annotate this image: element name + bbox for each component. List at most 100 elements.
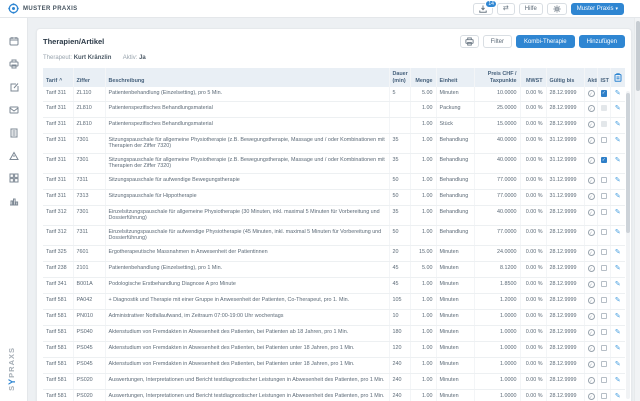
edit-row-button[interactable]: ✎ bbox=[615, 345, 621, 352]
edit-row-button[interactable]: ✎ bbox=[615, 281, 621, 288]
col-header-ziffer[interactable]: Ziffer bbox=[72, 68, 105, 87]
cell-mwst: 0.00 % bbox=[519, 309, 546, 326]
cell-preis: 8.1200 bbox=[473, 261, 520, 278]
filter-button[interactable]: Filter bbox=[482, 35, 512, 48]
cell-preis: 1.0000 bbox=[473, 357, 520, 374]
cell-einheit: Minuten bbox=[435, 309, 474, 326]
table-row[interactable]: Tarif 311 ZL810 Patientenspezifisches Beha… bbox=[43, 101, 625, 118]
ist-checkbox[interactable] bbox=[600, 344, 607, 351]
col-header-menge[interactable]: Menge bbox=[409, 68, 436, 87]
ist-checkbox[interactable] bbox=[600, 192, 607, 199]
col-header-ist[interactable]: IST bbox=[596, 68, 610, 87]
edit-row-button[interactable]: ✎ bbox=[615, 393, 621, 400]
sidebar-item-compose[interactable] bbox=[0, 78, 27, 96]
edit-row-button[interactable]: ✎ bbox=[615, 90, 621, 97]
col-header-mwst[interactable]: MWST bbox=[519, 68, 546, 87]
ist-checkbox[interactable] bbox=[600, 228, 607, 235]
ist-checkbox[interactable] bbox=[600, 104, 607, 111]
edit-row-button[interactable]: ✎ bbox=[615, 377, 621, 384]
cell-aktiv: ✓ bbox=[583, 173, 597, 190]
table-row[interactable]: Tarif 325 7601 Ergotherapeutische Massnahm… bbox=[43, 245, 625, 262]
edit-row-button[interactable]: ✎ bbox=[615, 105, 621, 112]
ist-checkbox[interactable] bbox=[600, 392, 607, 399]
edit-row-button[interactable]: ✎ bbox=[615, 177, 621, 184]
edit-row-button[interactable]: ✎ bbox=[615, 137, 621, 144]
ist-checkbox[interactable] bbox=[600, 264, 607, 271]
ist-checkbox[interactable]: ✓ bbox=[600, 90, 607, 97]
table-row[interactable]: Tarif 581 PS040 Aktenstudium von Fremdakte… bbox=[43, 325, 625, 342]
table-scrollbar[interactable] bbox=[626, 91, 630, 399]
sidebar-item-statistics[interactable] bbox=[0, 192, 27, 210]
sidebar-item-warnings[interactable] bbox=[0, 147, 27, 165]
edit-row-button[interactable]: ✎ bbox=[615, 313, 621, 320]
table-row[interactable]: Tarif 311 7301 Sitzungspauschale für allge… bbox=[43, 133, 625, 154]
sidebar-item-invoices[interactable] bbox=[0, 124, 27, 142]
aktiv-status-icon: ✓ bbox=[587, 280, 595, 288]
table-row[interactable]: Tarif 581 PS045 Aktenstudium von Fremdakte… bbox=[43, 357, 625, 374]
col-header-gültig-bis[interactable]: Gültig bis bbox=[545, 68, 584, 87]
download-button[interactable]: 14 bbox=[472, 0, 497, 15]
ist-checkbox[interactable] bbox=[600, 312, 607, 319]
edit-row-button[interactable]: ✎ bbox=[615, 121, 621, 128]
edit-row-button[interactable]: ✎ bbox=[615, 297, 621, 304]
settings-button[interactable] bbox=[546, 2, 567, 15]
edit-row-button[interactable]: ✎ bbox=[615, 209, 621, 216]
col-header-aktiv[interactable]: Aktiv bbox=[583, 68, 597, 87]
ist-checkbox[interactable] bbox=[600, 136, 607, 143]
edit-row-button[interactable]: ✎ bbox=[615, 229, 621, 236]
table-row[interactable]: Tarif 238 2101 Patientenbehandlung (Einzel… bbox=[43, 261, 625, 278]
sidebar-item-print[interactable] bbox=[0, 55, 27, 73]
table-row[interactable]: Tarif 341 B001A Podologische Erstbehandlun… bbox=[43, 277, 625, 294]
table-scrollbar-thumb[interactable] bbox=[626, 93, 630, 233]
edit-row-button[interactable]: ✎ bbox=[615, 193, 621, 200]
edit-row-button[interactable]: ✎ bbox=[615, 361, 621, 368]
ist-checkbox[interactable] bbox=[600, 176, 607, 183]
window-scrollbar-thumb[interactable] bbox=[636, 21, 640, 91]
transfer-button[interactable]: ⇄ bbox=[496, 2, 515, 15]
ist-checkbox[interactable] bbox=[600, 328, 607, 335]
ist-checkbox[interactable] bbox=[600, 360, 607, 367]
table-row[interactable]: Tarif 311 7313 Sitzungspauschale für Hippo… bbox=[43, 189, 625, 206]
table-row[interactable]: Tarif 581 PS020 Auswertungen, Interpretati… bbox=[43, 373, 625, 390]
table-row[interactable]: Tarif 312 7311 Einzelsitzungspauschale für… bbox=[43, 225, 625, 246]
sidebar-item-modules[interactable] bbox=[0, 169, 27, 187]
hinzufuegen-button[interactable]: Hinzufügen bbox=[578, 35, 625, 48]
ist-checkbox[interactable] bbox=[600, 208, 607, 215]
practice-menu-button[interactable]: Muster Praxis ▾ bbox=[570, 2, 624, 15]
kombi-therapie-button[interactable]: Kombi-Therapie bbox=[515, 35, 575, 48]
table-row[interactable]: Tarif 581 PA042 + Diagnostik und Therapie … bbox=[43, 293, 625, 310]
ist-checkbox[interactable] bbox=[600, 120, 607, 127]
col-header-beschreibung[interactable]: Beschreibung bbox=[104, 68, 389, 87]
table-row[interactable]: Tarif 311 7311 Sitzungspauschale für aufwe… bbox=[43, 173, 625, 190]
table-row[interactable]: Tarif 311 ZL810 Patientenspezifisches Beha… bbox=[43, 117, 625, 134]
ist-checkbox[interactable] bbox=[600, 248, 607, 255]
ist-checkbox[interactable] bbox=[600, 280, 607, 287]
card-header: Therapien/Artikel Filter Kombi-Therapie … bbox=[43, 35, 625, 48]
aktiv-status-icon: ✓ bbox=[587, 392, 595, 400]
table-row[interactable]: Tarif 311 7301 Sitzungspauschale für allge… bbox=[43, 153, 625, 174]
table-row[interactable]: Tarif 581 PS045 Aktenstudium von Fremdakte… bbox=[43, 341, 625, 358]
table-row[interactable]: Tarif 311 ZL110 Patientenbehandlung (Einze… bbox=[43, 87, 625, 102]
ist-checkbox[interactable]: ✓ bbox=[600, 156, 607, 163]
ist-checkbox[interactable] bbox=[600, 296, 607, 303]
print-list-button[interactable] bbox=[459, 35, 479, 48]
col-header-einheit[interactable]: Einheit bbox=[435, 68, 474, 87]
ist-checkbox[interactable] bbox=[600, 376, 607, 383]
edit-row-button[interactable]: ✎ bbox=[615, 265, 621, 272]
col-header-tarif[interactable]: Tarif ^ bbox=[43, 68, 73, 87]
edit-row-button[interactable]: ✎ bbox=[615, 329, 621, 336]
sidebar-item-mail[interactable] bbox=[0, 101, 27, 119]
table-row[interactable]: Tarif 581 PN010 Administrativer Notfallauf… bbox=[43, 309, 625, 326]
help-button[interactable]: Hilfe bbox=[518, 2, 543, 15]
edit-row-button[interactable]: ✎ bbox=[615, 157, 621, 164]
table-row[interactable]: Tarif 312 7301 Einzelsitzungspauschale für… bbox=[43, 205, 625, 226]
sidebar-item-calendar[interactable] bbox=[0, 32, 27, 50]
window-scrollbar[interactable] bbox=[634, 18, 640, 401]
table-row[interactable]: Tarif 581 PS020 Auswertungen, Interpretati… bbox=[43, 389, 625, 401]
edit-row-button[interactable]: ✎ bbox=[615, 249, 621, 256]
col-header-preis-chf-taxpunkte[interactable]: Preis CHF / Taxpunkte bbox=[473, 68, 520, 87]
cell-edit: ✎ bbox=[609, 117, 625, 134]
cell-ziffer: ZL810 bbox=[72, 101, 105, 118]
copy-table-button[interactable] bbox=[609, 68, 625, 87]
col-header-dauer-min-[interactable]: Dauer (min) bbox=[388, 68, 410, 87]
